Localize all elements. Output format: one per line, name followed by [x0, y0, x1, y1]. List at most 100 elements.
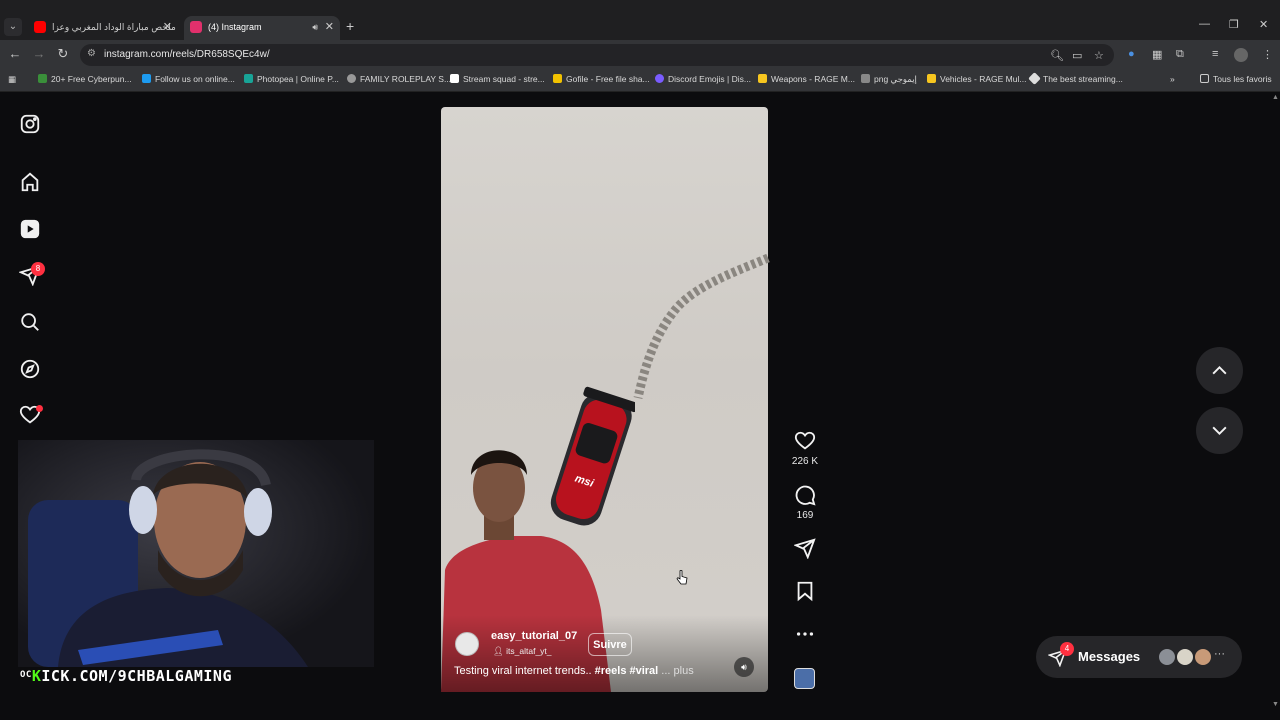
site-info-icon[interactable]: ⚙︎ — [87, 48, 96, 59]
like-heart-icon[interactable] — [794, 430, 816, 452]
home-icon[interactable] — [19, 171, 41, 193]
volume-icon[interactable]: 🔊︎ — [734, 657, 754, 677]
person-icon: 👤︎ — [493, 646, 507, 656]
all-bookmarks-label: Tous les favoris — [1213, 74, 1272, 84]
url-text[interactable]: instagram.com/reels/DR658SQEc4w/ — [104, 49, 270, 60]
bookmark-item[interactable]: 20+ Free Cyberpun... — [38, 74, 132, 84]
bookmark-item[interactable]: Gofile - Free file sha... — [553, 74, 650, 84]
instagram-favicon-icon — [190, 21, 202, 33]
message-avatar — [1158, 648, 1176, 666]
tab-search-button[interactable]: ⌄ — [4, 18, 22, 36]
messages-button[interactable]: 4 Messages ··· — [1036, 636, 1242, 678]
reels-icon[interactable] — [19, 218, 41, 240]
bookmark-item[interactable]: Follow us on online... — [142, 74, 235, 84]
bookmark-favicon-icon — [758, 74, 767, 83]
creator-username[interactable]: easy_tutorial_07 — [491, 630, 577, 642]
message-avatar — [1176, 648, 1194, 666]
media-control-icon[interactable]: ≡ — [1212, 48, 1218, 60]
bookmark-label: 20+ Free Cyberpun... — [51, 74, 132, 84]
bookmarks-overflow-icon[interactable]: » — [1170, 74, 1175, 84]
browser-tab-active[interactable]: (4) Instagram 🔊︎ ✕ — [184, 16, 340, 40]
next-reel-button[interactable] — [1196, 407, 1243, 454]
bookmark-item[interactable]: png إيموجي — [861, 74, 917, 85]
bookmark-label: Weapons - RAGE M... — [771, 74, 855, 84]
extensions-puzzle-icon[interactable]: ⧉ — [1176, 48, 1184, 61]
caption-text: Testing viral internet trends.. — [454, 665, 595, 677]
streamer-person-image — [28, 449, 308, 667]
zoom-icon[interactable]: 🔍︎ — [1050, 49, 1064, 62]
save-bookmark-icon[interactable] — [794, 580, 816, 602]
bookmark-favicon-icon — [142, 74, 151, 83]
audio-attribution[interactable]: 👤︎ its_altaf_yt_ — [493, 646, 552, 657]
caption-hashtags[interactable]: #reels #viral — [595, 665, 659, 677]
bookmark-favicon-icon — [347, 74, 356, 83]
caption-more-link[interactable]: ... plus — [658, 665, 693, 677]
led-strip-track — [633, 253, 770, 399]
scroll-down-icon[interactable]: ▼ — [1272, 701, 1279, 708]
share-icon[interactable] — [794, 537, 816, 559]
messages-label: Messages — [1078, 649, 1141, 664]
forward-icon[interactable]: → — [30, 46, 48, 61]
reload-icon[interactable]: ↻ — [54, 46, 72, 62]
bookmark-item[interactable]: Discord Emojis | Dis... — [655, 74, 751, 84]
bookmark-label: Discord Emojis | Dis... — [668, 74, 751, 84]
notification-dot — [36, 405, 43, 412]
close-window-icon[interactable]: ✕ — [1259, 18, 1268, 31]
folder-icon — [1200, 74, 1209, 83]
bookmark-label: Photopea | Online P... — [257, 74, 339, 84]
apps-grid-icon[interactable]: ▦ — [8, 74, 16, 85]
bookmark-item[interactable]: FAMILY ROLEPLAY S... — [347, 74, 451, 84]
bookmark-label: FAMILY ROLEPLAY S... — [360, 74, 452, 84]
all-bookmarks[interactable]: Tous les favoris — [1200, 74, 1272, 84]
bookmark-item[interactable]: Vehicles - RAGE Mul... — [927, 74, 1026, 84]
back-icon[interactable]: ← — [6, 46, 24, 61]
bookmark-label: Stream squad - stre... — [463, 74, 545, 84]
extension-icon[interactable]: ● — [1128, 48, 1135, 60]
youtube-favicon-icon — [34, 21, 46, 33]
kick-url-text: ICK.COM/9CHBALGAMING — [41, 667, 232, 685]
browser-tabbar: ⌄ ملخص مباراة الوداد المغربي وعزا ✕ (4) … — [0, 0, 1280, 40]
creator-avatar[interactable] — [455, 632, 479, 656]
message-avatar — [1194, 648, 1212, 666]
restore-icon[interactable]: ❐ — [1229, 18, 1239, 31]
audio-username: its_altaf_yt_ — [506, 646, 552, 656]
previous-reel-button[interactable] — [1196, 347, 1243, 394]
more-avatars-icon: ··· — [1214, 648, 1225, 660]
minimize-icon[interactable]: — — [1199, 18, 1210, 30]
tab-title: ملخص مباراة الوداد المغربي وعزا — [52, 22, 176, 32]
instagram-logo-icon[interactable] — [19, 113, 41, 135]
bookmark-item[interactable]: Stream squad - stre... — [450, 74, 545, 84]
streamer-webcam — [18, 440, 374, 667]
menu-kebab-icon[interactable]: ⋮ — [1262, 48, 1273, 61]
bookmark-star-icon[interactable]: ☆ — [1094, 49, 1104, 62]
search-icon[interactable] — [19, 311, 41, 333]
tab-close-icon[interactable]: ✕ — [163, 16, 172, 38]
follow-button[interactable]: Suivre — [588, 633, 632, 656]
tab-close-icon[interactable]: ✕ — [325, 16, 334, 38]
bookmark-favicon-icon — [861, 74, 870, 83]
likes-count: 226 K — [791, 456, 819, 467]
page-scrollbar[interactable]: ▲ ▼ — [1271, 94, 1280, 708]
more-options-icon[interactable] — [794, 623, 816, 645]
bookmark-item[interactable]: Weapons - RAGE M... — [758, 74, 855, 84]
new-tab-button[interactable]: + — [346, 18, 354, 34]
cam-prefix: OC — [20, 670, 32, 680]
cast-icon[interactable]: ▭ — [1072, 49, 1082, 62]
profile-avatar[interactable] — [1234, 48, 1248, 62]
address-bar[interactable]: ⚙︎ instagram.com/reels/DR658SQEc4w/ 🔍︎ ▭… — [80, 44, 1114, 66]
bookmark-favicon-icon — [553, 74, 562, 83]
comment-icon[interactable] — [794, 484, 816, 506]
bookmark-label: The best streaming... — [1043, 74, 1123, 84]
speaker-icon[interactable]: 🔊︎ — [312, 16, 318, 38]
bookmark-item[interactable]: Photopea | Online P... — [244, 74, 339, 84]
bookmark-favicon-icon — [927, 74, 936, 83]
bookmark-label: Gofile - Free file sha... — [566, 74, 650, 84]
qr-icon[interactable]: ▦ — [1152, 48, 1162, 61]
messages-badge: 4 — [1060, 642, 1074, 656]
browser-tab[interactable]: ملخص مباراة الوداد المغربي وعزا ✕ — [28, 16, 178, 40]
reel-caption[interactable]: Testing viral internet trends.. #reels #… — [454, 665, 694, 677]
bookmark-item[interactable]: The best streaming... — [1028, 72, 1123, 85]
scroll-up-icon[interactable]: ▲ — [1272, 94, 1279, 101]
explore-compass-icon[interactable] — [19, 358, 41, 380]
audio-track-thumbnail[interactable] — [794, 668, 815, 689]
